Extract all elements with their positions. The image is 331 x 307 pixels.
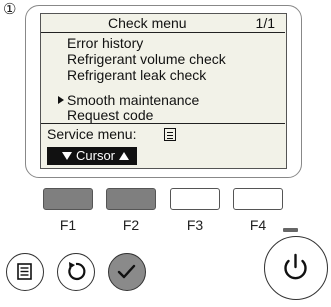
power-icon (284, 253, 307, 280)
cursor-label: Cursor (76, 148, 116, 163)
f2-button[interactable] (106, 188, 156, 210)
menu-item-request-code[interactable]: Request code (67, 107, 153, 123)
select-button[interactable] (108, 253, 146, 291)
cursor-guide-bar: Cursor (47, 147, 137, 165)
f4-label: F4 (249, 217, 267, 233)
f3-button[interactable] (170, 188, 220, 210)
menu-item-refrigerant-volume-check[interactable]: Refrigerant volume check (67, 51, 226, 67)
menu-icon (164, 128, 176, 141)
page-indicator: 1/1 (255, 15, 275, 31)
power-button[interactable] (264, 236, 328, 300)
lcd-screen: Check menu 1/1 Error history Refrigerant… (40, 13, 287, 169)
checkmark-icon (117, 264, 136, 279)
operation-lamp (283, 228, 298, 232)
f1-button[interactable] (43, 188, 93, 210)
f3-label: F3 (186, 217, 204, 233)
step-marker: ① (3, 1, 17, 18)
lcd-header: Check menu 1/1 (41, 14, 285, 33)
down-triangle-icon (62, 152, 72, 160)
f2-label: F2 (122, 217, 140, 233)
menu-item-error-history[interactable]: Error history (67, 35, 143, 51)
return-button[interactable] (57, 253, 95, 291)
menu-item-refrigerant-leak-check[interactable]: Refrigerant leak check (67, 67, 206, 83)
selection-cursor-icon (58, 96, 64, 104)
service-menu-label: Service menu: (47, 126, 137, 142)
return-arrow-icon (68, 262, 86, 281)
lcd-title: Check menu (108, 15, 187, 31)
menu-item-smooth-maintenance[interactable]: Smooth maintenance (67, 92, 199, 108)
f1-label: F1 (59, 217, 77, 233)
menu-button[interactable] (6, 253, 44, 291)
up-triangle-icon (119, 152, 129, 160)
menu-icon (17, 263, 32, 280)
service-separator (41, 123, 285, 124)
f4-button[interactable] (233, 188, 283, 210)
